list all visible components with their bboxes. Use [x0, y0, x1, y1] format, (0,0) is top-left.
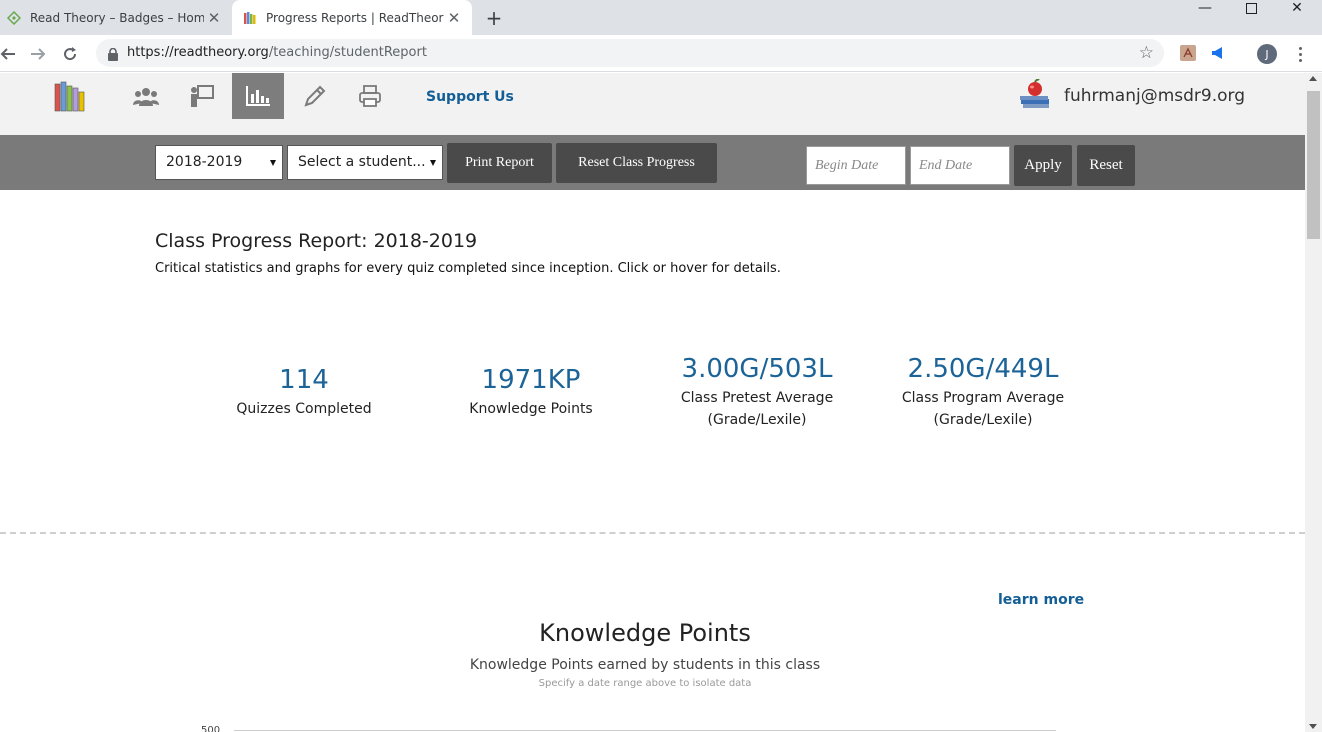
stat-quizzes-completed[interactable]: 114 Quizzes Completed	[204, 365, 404, 420]
chart-y-tick: 500	[201, 725, 221, 732]
tab-title: Read Theory – Badges – Home	[30, 10, 204, 25]
stat-knowledge-points[interactable]: 1971KP Knowledge Points	[431, 365, 631, 420]
print-report-button[interactable]: Print Report	[447, 143, 552, 183]
stat-label: Knowledge Points	[469, 401, 593, 417]
readtheory-books-icon	[242, 10, 258, 26]
pencil-icon[interactable]	[289, 73, 341, 119]
support-us-link[interactable]: Support Us	[426, 89, 514, 105]
reset-class-progress-button[interactable]: Reset Class Progress	[556, 143, 717, 183]
section-hint: Specify a date range above to isolate da…	[538, 678, 752, 689]
lock-icon	[108, 46, 118, 65]
chevron-down-icon	[430, 160, 436, 166]
close-tab-icon[interactable]: ✕	[204, 8, 224, 28]
section-subtitle: Knowledge Points earned by students in t…	[469, 657, 821, 673]
menu-icon[interactable]	[1290, 43, 1310, 65]
year-select-value: 2018-2019	[166, 154, 243, 170]
apply-button[interactable]: Apply	[1014, 145, 1072, 186]
minimize-icon[interactable]: —	[1182, 0, 1228, 16]
page-scrollbar[interactable]	[1305, 73, 1322, 732]
megaphone-extension-icon[interactable]	[1209, 44, 1227, 62]
stat-label: Quizzes Completed	[236, 401, 372, 417]
reset-button[interactable]: Reset	[1077, 145, 1135, 186]
address-bar[interactable]: https://readtheory.org/teaching/studentR…	[96, 39, 1164, 67]
readtheory-logo-icon[interactable]	[45, 73, 97, 119]
readtheory-diamond-icon	[6, 10, 22, 26]
profile-avatar[interactable]: J	[1257, 44, 1277, 64]
user-email: fuhrmanj@msdr9.org	[1064, 86, 1245, 106]
new-tab-button[interactable]: +	[482, 6, 506, 30]
reload-icon[interactable]	[56, 40, 84, 68]
forward-arrow-icon[interactable]	[24, 40, 52, 68]
site-nav: Support Us fuhrmanj@msdr9.org	[0, 73, 1305, 135]
stat-class-pretest-average[interactable]: 3.00G/503L Class Pretest Average (Grade/L…	[647, 354, 867, 431]
page-title: Class Progress Report: 2018-2019	[155, 230, 478, 252]
learn-more-link[interactable]: learn more	[998, 592, 1084, 608]
teacher-board-icon[interactable]	[176, 73, 228, 119]
back-arrow-icon[interactable]	[0, 40, 22, 68]
stat-label: Class Pretest Average (Grade/Lexile)	[680, 390, 834, 428]
user-menu[interactable]: fuhrmanj@msdr9.org	[1018, 78, 1245, 113]
tab-badges-home[interactable]: Read Theory – Badges – Home ✕	[0, 0, 232, 35]
apple-books-icon	[1018, 78, 1052, 113]
browser-toolbar: https://readtheory.org/teaching/studentR…	[0, 35, 1322, 72]
student-select[interactable]: Select a student...	[287, 145, 443, 180]
page-subtitle: Critical statistics and graphs for every…	[155, 261, 781, 276]
page-viewport: Support Us fuhrmanj@msdr9.org 2018-2019 …	[0, 73, 1305, 732]
end-date-input[interactable]: End Date	[910, 146, 1010, 185]
reports-chart-icon[interactable]	[232, 73, 284, 119]
tab-strip: Read Theory – Badges – Home ✕ Progress R…	[0, 0, 1322, 35]
pdf-extension-icon[interactable]	[1179, 44, 1197, 62]
scroll-down-icon[interactable]	[1309, 724, 1317, 729]
stat-class-program-average[interactable]: 2.50G/449L Class Program Average (Grade/L…	[873, 354, 1093, 431]
stat-value: 1971KP	[481, 365, 581, 395]
year-select[interactable]: 2018-2019	[155, 145, 283, 180]
student-select-value: Select a student...	[298, 154, 426, 170]
chart-gridline	[234, 730, 1056, 731]
window-close-icon[interactable]: ✕	[1274, 0, 1320, 16]
section-divider	[0, 532, 1305, 534]
begin-date-input[interactable]: Begin Date	[806, 146, 906, 185]
maximize-icon[interactable]	[1228, 0, 1274, 16]
printer-icon[interactable]	[344, 73, 396, 119]
section-title: Knowledge Points	[539, 619, 751, 647]
url-text: https://readtheory.org/teaching/studentR…	[127, 45, 427, 60]
scroll-up-icon[interactable]	[1309, 76, 1317, 81]
bookmark-star-icon[interactable]: ☆	[1139, 43, 1154, 63]
students-group-icon[interactable]	[120, 73, 172, 119]
chevron-down-icon	[270, 160, 276, 166]
tab-title: Progress Reports | ReadTheory	[266, 10, 444, 25]
stat-value: 114	[279, 365, 329, 395]
tab-progress-reports[interactable]: Progress Reports | ReadTheory ✕	[232, 0, 472, 35]
stat-value: 2.50G/449L	[907, 354, 1059, 384]
scrollbar-thumb[interactable]	[1307, 91, 1320, 239]
close-tab-icon[interactable]: ✕	[444, 8, 464, 28]
stat-value: 3.00G/503L	[681, 354, 833, 384]
stat-label: Class Program Average (Grade/Lexile)	[901, 390, 1065, 428]
filter-bar: 2018-2019 Select a student... Print Repo…	[0, 135, 1305, 190]
